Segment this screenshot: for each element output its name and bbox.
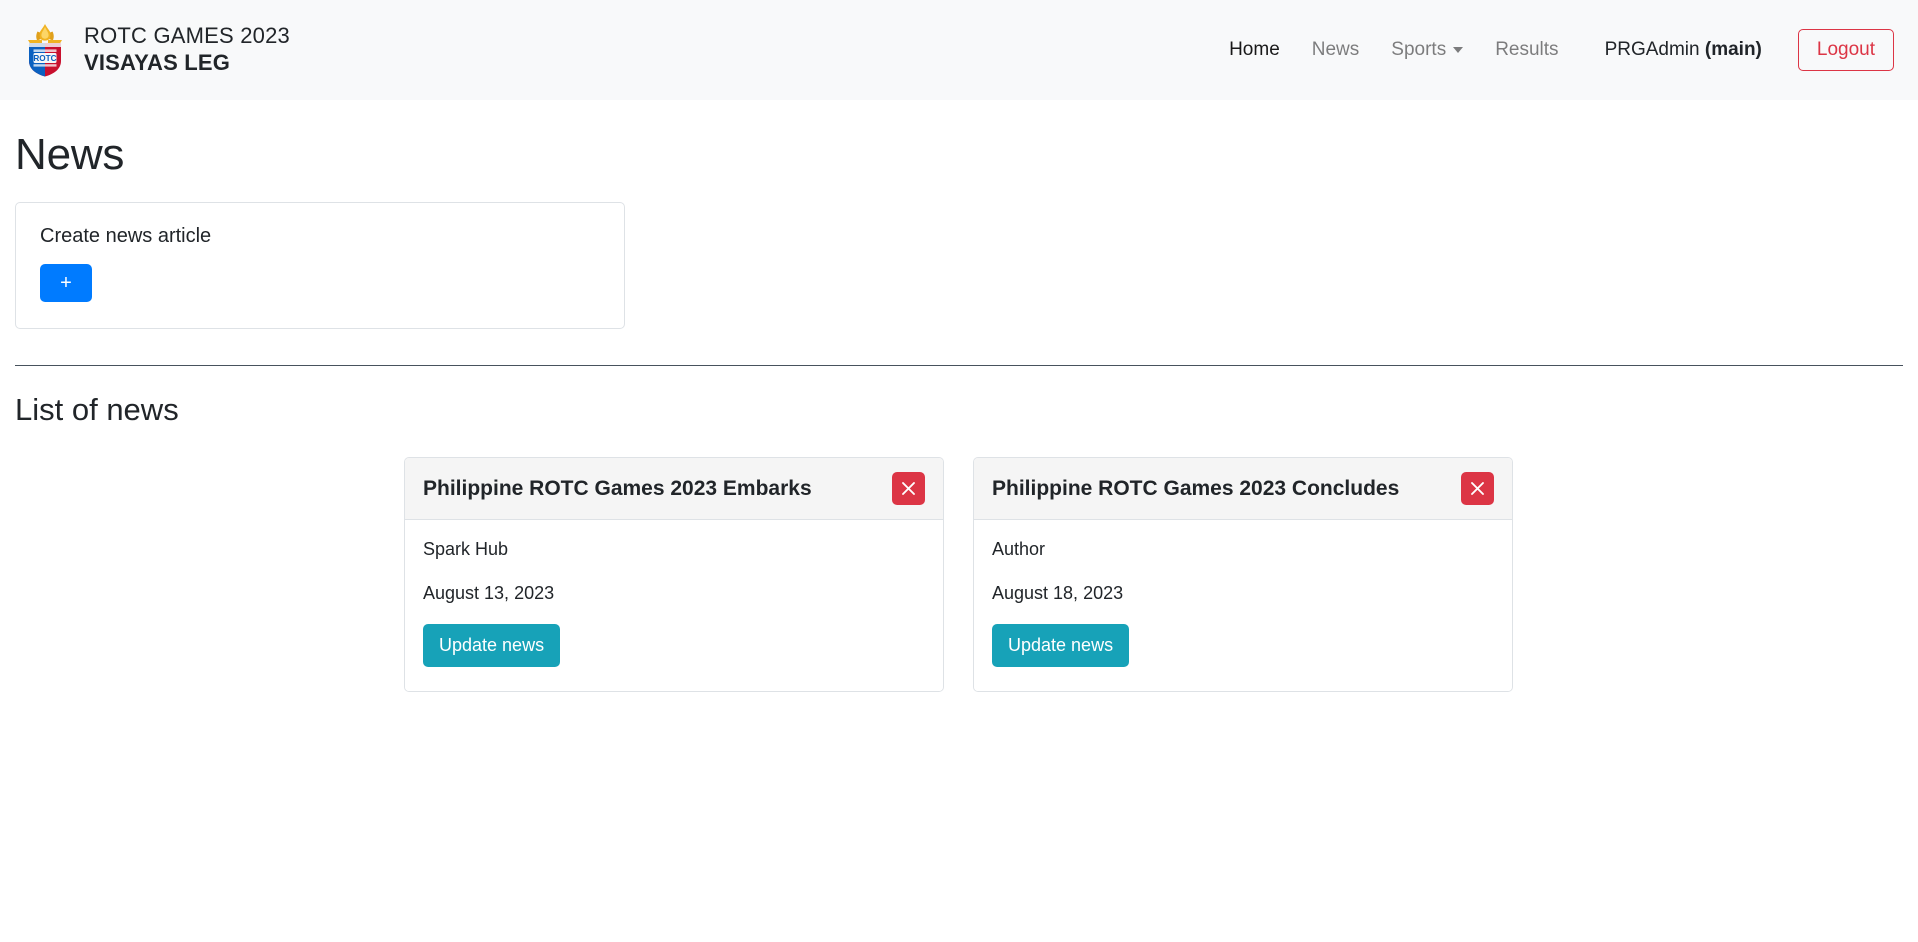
rotc-shield-flame-logo-icon: ROTC bbox=[24, 23, 66, 77]
section-divider bbox=[15, 365, 1903, 366]
news-author: Author bbox=[992, 539, 1046, 559]
nav-link-home-label: Home bbox=[1229, 39, 1280, 60]
main-content: News Create news article + List of news … bbox=[0, 130, 1918, 692]
top-navbar: ROTC ROTC GAMES 2023 VISAYAS LEG Home Ne… bbox=[0, 0, 1918, 100]
news-delete-button[interactable] bbox=[1461, 472, 1494, 505]
nav-links: Home News Sports Results bbox=[1213, 31, 1574, 69]
nav-link-results-label: Results bbox=[1495, 39, 1559, 60]
news-delete-button[interactable] bbox=[892, 472, 925, 505]
current-user-role: (main) bbox=[1704, 39, 1762, 60]
brand-text: ROTC GAMES 2023 VISAYAS LEG bbox=[84, 23, 290, 77]
news-card-list: Philippine ROTC Games 2023 Embarks Spark… bbox=[15, 457, 1903, 692]
nav-item-sports: Sports bbox=[1375, 31, 1479, 69]
nav-link-home[interactable]: Home bbox=[1213, 31, 1296, 69]
nav-link-results[interactable]: Results bbox=[1479, 31, 1574, 69]
news-card-body: Author August 18, 2023 Update news bbox=[974, 520, 1512, 691]
update-news-button[interactable]: Update news bbox=[423, 624, 561, 667]
update-news-button[interactable]: Update news bbox=[992, 624, 1130, 667]
logout-button[interactable]: Logout bbox=[1797, 28, 1894, 72]
svg-text:ROTC: ROTC bbox=[33, 54, 56, 63]
current-user-label: PRGAdmin (main) bbox=[1575, 31, 1778, 69]
close-x-icon bbox=[1470, 481, 1485, 496]
news-card: Philippine ROTC Games 2023 Embarks Spark… bbox=[404, 457, 944, 692]
chevron-down-icon bbox=[1453, 47, 1464, 53]
news-card: Philippine ROTC Games 2023 Concludes Aut… bbox=[973, 457, 1513, 692]
nav-link-sports-dropdown[interactable]: Sports bbox=[1375, 31, 1479, 69]
nav-item-home: Home bbox=[1213, 31, 1296, 69]
news-card-body: Spark Hub August 13, 2023 Update news bbox=[405, 520, 943, 691]
create-news-add-button[interactable]: + bbox=[40, 264, 92, 302]
brand-link[interactable]: ROTC ROTC GAMES 2023 VISAYAS LEG bbox=[24, 23, 290, 77]
news-card-header: Philippine ROTC Games 2023 Embarks bbox=[405, 458, 943, 520]
news-date: August 18, 2023 bbox=[992, 583, 1124, 603]
news-card-title: Philippine ROTC Games 2023 Embarks bbox=[423, 476, 812, 500]
news-author: Spark Hub bbox=[423, 539, 509, 559]
news-card-header: Philippine ROTC Games 2023 Concludes bbox=[974, 458, 1512, 520]
nav-item-news: News bbox=[1296, 31, 1376, 69]
create-news-card: Create news article + bbox=[15, 202, 625, 329]
brand-title-line2: VISAYAS LEG bbox=[84, 50, 231, 75]
news-card-title: Philippine ROTC Games 2023 Concludes bbox=[992, 476, 1400, 500]
nav-item-results: Results bbox=[1479, 31, 1574, 69]
plus-icon: + bbox=[60, 272, 72, 294]
create-news-card-title: Create news article bbox=[40, 225, 212, 247]
section-title-list-of-news: List of news bbox=[15, 392, 179, 427]
current-user-name: PRGAdmin bbox=[1604, 39, 1700, 60]
nav-link-sports-label: Sports bbox=[1391, 39, 1447, 60]
nav-link-news-label: News bbox=[1311, 39, 1360, 60]
news-date: August 13, 2023 bbox=[423, 583, 555, 603]
close-x-icon bbox=[901, 481, 916, 496]
nav-link-news[interactable]: News bbox=[1296, 31, 1376, 69]
page-title: News bbox=[15, 130, 125, 179]
brand-title-line1: ROTC GAMES 2023 bbox=[84, 23, 290, 49]
navbar-right-group: Home News Sports Results PRGAdmin (main)… bbox=[1213, 28, 1894, 72]
